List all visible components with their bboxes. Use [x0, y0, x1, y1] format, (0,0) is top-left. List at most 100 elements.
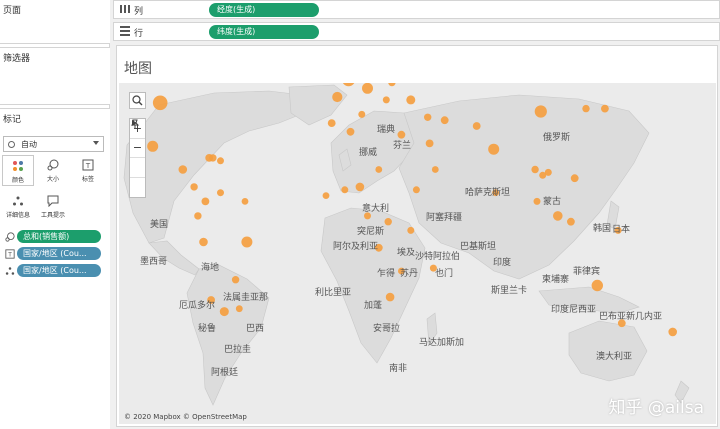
sales-mark[interactable]: [219, 307, 229, 317]
sales-mark[interactable]: [385, 292, 395, 302]
mark-type-dropdown[interactable]: 自动: [3, 136, 104, 152]
country-label: 海地: [201, 263, 220, 273]
country-label: 挪威: [359, 148, 378, 158]
country-label: 哈萨克斯坦: [465, 188, 511, 198]
rows-shelf[interactable]: 行 纬度(生成): [113, 22, 720, 41]
columns-shelf[interactable]: 列 经度(生成): [113, 0, 720, 19]
sales-mark[interactable]: [178, 165, 188, 174]
sales-mark[interactable]: [412, 186, 420, 194]
sales-mark[interactable]: [194, 212, 202, 220]
sales-mark[interactable]: [440, 116, 449, 125]
sales-mark[interactable]: [358, 110, 366, 118]
sales-mark[interactable]: [668, 327, 677, 337]
marks-title: 标记: [3, 115, 22, 125]
longitude-pill[interactable]: 经度(生成): [209, 3, 319, 17]
sales-mark[interactable]: [217, 189, 224, 197]
sales-mark[interactable]: [342, 83, 355, 87]
sales-mark[interactable]: [241, 198, 249, 205]
country-label: 法属圭亚那: [223, 293, 269, 303]
sales-mark[interactable]: [567, 217, 575, 226]
sales-mark[interactable]: [346, 127, 355, 136]
country-label: 苏丹: [400, 269, 419, 279]
sales-mark[interactable]: [332, 91, 343, 103]
country-label: 巴基斯坦: [460, 242, 497, 252]
country-label: 墨西哥: [140, 257, 168, 267]
sales-mark[interactable]: [327, 119, 336, 127]
pin-button[interactable]: [130, 119, 145, 178]
sales-mark[interactable]: [534, 105, 547, 118]
sales-mark[interactable]: [190, 183, 198, 191]
pages-card[interactable]: 页面: [0, 0, 110, 44]
country-label-pill[interactable]: 国家/地区 (Cou...: [17, 247, 101, 260]
sales-mark[interactable]: [199, 237, 208, 247]
circle-icon: [8, 140, 15, 148]
sales-mark[interactable]: [241, 236, 253, 248]
sales-mark[interactable]: [341, 186, 349, 194]
sales-mark[interactable]: [591, 279, 603, 292]
country-label: 印度: [493, 258, 512, 268]
chevron-down-icon: [93, 141, 99, 145]
sales-mark[interactable]: [147, 140, 159, 152]
country-label: 斯里兰卡: [491, 286, 528, 296]
expand-toolbar-button[interactable]: [130, 120, 145, 197]
sales-mark[interactable]: [407, 226, 415, 234]
sales-mark[interactable]: [472, 122, 481, 130]
sales-mark[interactable]: [384, 218, 392, 226]
country-label: 突尼斯: [357, 227, 385, 237]
sales-mark[interactable]: [425, 139, 434, 148]
country-label: 巴西: [246, 324, 265, 334]
size-button[interactable]: 大小: [37, 155, 69, 186]
country-label: 加蓬: [364, 301, 383, 311]
sales-mark[interactable]: [582, 104, 590, 113]
detail-button[interactable]: 详细信息: [2, 191, 34, 222]
sales-mark[interactable]: [533, 197, 541, 205]
filters-card[interactable]: 筛选器: [0, 47, 110, 105]
country-label: 马达加斯加: [419, 338, 465, 348]
country-label: 意大利: [362, 204, 390, 214]
sales-mark[interactable]: [152, 95, 168, 111]
sales-mark[interactable]: [362, 83, 373, 94]
sales-mark[interactable]: [601, 104, 609, 113]
map-search-button[interactable]: [129, 92, 146, 109]
sales-mark[interactable]: [544, 168, 552, 176]
tooltip-label: 工具提示: [40, 212, 65, 219]
sales-mark[interactable]: [355, 182, 365, 192]
sales-sum-pill[interactable]: 总和(销售额): [17, 230, 101, 243]
sales-mark[interactable]: [322, 192, 330, 199]
sales-mark[interactable]: [570, 174, 579, 183]
country-detail-pill[interactable]: 国家/地区 (Cou...: [17, 264, 101, 277]
latitude-pill[interactable]: 纬度(生成): [209, 25, 319, 39]
sales-mark[interactable]: [382, 96, 390, 104]
worksheet-title: 地图: [124, 61, 152, 77]
text-label-icon: T: [81, 158, 95, 172]
sales-mark[interactable]: [235, 305, 243, 313]
sales-mark[interactable]: [431, 166, 439, 173]
country-label: 阿根廷: [211, 368, 239, 378]
columns-icon: [120, 4, 130, 17]
country-label: 埃及: [397, 248, 416, 258]
sales-mark[interactable]: [388, 83, 396, 87]
sales-mark[interactable]: [375, 166, 383, 173]
tooltip-button[interactable]: 工具提示: [37, 191, 69, 222]
country-label: 澳大利亚: [596, 352, 633, 362]
sales-mark[interactable]: [531, 165, 539, 174]
sales-mark[interactable]: [201, 197, 210, 206]
sales-mark[interactable]: [488, 143, 500, 155]
map-zoom-toolbar: + −: [129, 118, 146, 198]
sales-mark[interactable]: [553, 211, 563, 221]
color-button[interactable]: 颜色: [2, 155, 34, 186]
zoom-out-button[interactable]: −: [130, 139, 145, 158]
sales-mark[interactable]: [209, 154, 217, 162]
sales-mark[interactable]: [217, 157, 224, 165]
sales-mark[interactable]: [424, 113, 432, 121]
country-label: 南非: [389, 364, 408, 374]
country-label: 沙特阿拉伯: [415, 252, 461, 262]
label-button[interactable]: T 标签: [72, 155, 104, 186]
sales-mark[interactable]: [231, 276, 240, 284]
country-label: 柬埔寨: [542, 275, 570, 285]
country-label: 日本: [612, 225, 631, 235]
map-canvas[interactable]: + − 瑞典 俄罗斯 芬兰 挪威 哈萨克斯坦 蒙古 美国 意大利 突尼斯 阿塞拜疆 韩国 日本 阿尔及利…: [119, 83, 716, 424]
country-label: 俄罗斯: [543, 133, 571, 143]
sales-mark[interactable]: [406, 95, 416, 105]
worksheet-view: 地图 + − 瑞典 俄罗斯 芬兰 挪威 哈萨克斯坦 蒙古 美国 意大利 突尼斯 …: [116, 45, 718, 427]
